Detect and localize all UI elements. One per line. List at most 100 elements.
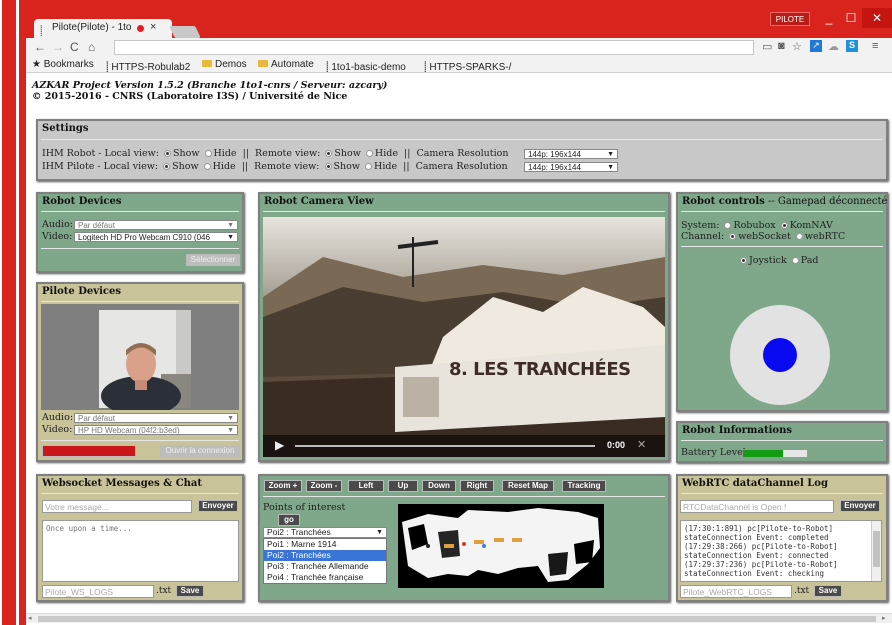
- map-up-button[interactable]: Up: [388, 480, 418, 492]
- map-down-button[interactable]: Down: [422, 480, 456, 492]
- address-bar[interactable]: [114, 40, 754, 55]
- page-icon[interactable]: ▭: [762, 40, 772, 53]
- robot-remote-show-radio[interactable]: [325, 150, 333, 157]
- websocket-message-input[interactable]: Votre message...: [42, 500, 192, 513]
- minimize-icon[interactable]: _: [818, 8, 840, 28]
- pilote-local-hide-radio[interactable]: [203, 163, 211, 170]
- webrtc-scroll-thumb[interactable]: [873, 531, 880, 567]
- bookmark-https-robulab2[interactable]: ⸽ HTTPS-Robulab2: [106, 59, 190, 73]
- pilote-remote-hide-radio[interactable]: [365, 163, 373, 170]
- forward-icon[interactable]: →: [52, 40, 64, 54]
- home-icon[interactable]: ⌂: [88, 40, 95, 54]
- window-frame-top: [0, 0, 892, 8]
- webrtc-log-textarea[interactable]: (17:30:1:891) pc[Pilote-to-Robot] stateC…: [680, 520, 882, 582]
- gamepad-status: -- Gamepad déconnecté !: [764, 196, 892, 207]
- bookmark-automate[interactable]: Automate: [258, 59, 314, 70]
- scroll-right-icon[interactable]: ▸: [882, 614, 886, 622]
- poi-option-3[interactable]: Poi3 : Tranchée Allemande: [264, 561, 386, 572]
- close-connection-button[interactable]: [42, 445, 136, 457]
- extension-s-icon[interactable]: S: [846, 40, 858, 52]
- robot-camera-resolution-select[interactable]: 144p: 196x144 ▼: [524, 149, 618, 159]
- reset-map-button[interactable]: Reset Map: [502, 480, 554, 492]
- joystick-radio[interactable]: [740, 257, 747, 264]
- zoom-in-button[interactable]: Zoom +: [264, 480, 302, 492]
- map-right-button[interactable]: Right: [460, 480, 494, 492]
- horizontal-scroll-thumb[interactable]: [38, 616, 876, 622]
- video-controls: ▶ 0:00 ✕: [263, 435, 665, 457]
- joystick-knob[interactable]: [763, 338, 797, 372]
- poi-option-4[interactable]: Poi4 : Tranchée française: [264, 572, 386, 583]
- webrtc-log-filename[interactable]: Pilote_WebRTC_LOGS: [680, 585, 792, 598]
- browser-tab[interactable]: ⸽ Pilote(Pilote) - 1to ×: [34, 19, 172, 38]
- new-tab-button[interactable]: [169, 26, 201, 38]
- robot-info-title: Robot Informations: [682, 425, 792, 436]
- settings-title: Settings: [42, 123, 89, 134]
- komnav-radio[interactable]: [780, 222, 788, 229]
- camera-view-title: Robot Camera View: [264, 196, 374, 207]
- star-icon[interactable]: ☆: [792, 40, 802, 53]
- pilote-audio-label: Audio:: [42, 412, 74, 423]
- mute-icon[interactable]: ✕: [637, 438, 646, 451]
- maximize-icon[interactable]: ☐: [840, 8, 862, 28]
- select-devices-button[interactable]: Sélectionner: [186, 254, 240, 266]
- chevron-down-icon: ▼: [227, 415, 234, 422]
- poi-option-2[interactable]: Poi2 : Tranchées: [264, 550, 386, 561]
- reload-icon[interactable]: C: [70, 40, 79, 54]
- menu-icon[interactable]: ≡: [872, 40, 878, 52]
- pad-radio[interactable]: [791, 257, 799, 264]
- robot-video-select[interactable]: Logitech HD Pro Webcam C910 (046 ▼: [74, 232, 238, 242]
- robot-video-player[interactable]: 8. LES TRANCHÉES ▶ 0:00 ✕: [263, 217, 665, 457]
- play-icon[interactable]: ▶: [275, 438, 284, 452]
- webrtc-save-button[interactable]: Save: [814, 585, 842, 597]
- tracking-button[interactable]: Tracking: [562, 480, 606, 492]
- robot-devices-title: Robot Devices: [42, 196, 122, 207]
- poi-option-1[interactable]: Poi1 : Marne 1914: [264, 539, 386, 550]
- bookmark-1to1-basic-demo[interactable]: ⸽ 1to1-basic-demo: [326, 59, 406, 73]
- websocket-save-button[interactable]: Save: [176, 585, 204, 597]
- webrtc-send-button[interactable]: Envoyer: [840, 500, 880, 512]
- websocket-log-filename[interactable]: Pilote_WS_LOGS: [42, 585, 154, 598]
- robubox-radio[interactable]: [724, 222, 732, 229]
- extension-arrow-icon[interactable]: ↗: [810, 40, 822, 52]
- bookmarks-label[interactable]: ★ Bookmarks: [32, 59, 94, 70]
- joystick-area[interactable]: [730, 305, 830, 405]
- webrtc-message-input[interactable]: RTCDataChannel is Open !: [680, 500, 834, 513]
- settings-panel: Settings IHM Robot - Local view: Show Hi…: [36, 119, 888, 181]
- pilote-audio-select[interactable]: Par défaut ▼: [74, 413, 238, 423]
- websocket-log-textarea[interactable]: Once upon a time...: [42, 520, 239, 582]
- bookmark-https-sparks[interactable]: ⸽ HTTPS-SPARKS-/: [424, 59, 511, 73]
- websocket-send-button[interactable]: Envoyer: [198, 500, 238, 512]
- tab-close-icon[interactable]: ×: [150, 21, 156, 33]
- profile-badge[interactable]: PILOTE: [770, 12, 810, 26]
- folder-icon: [258, 60, 268, 67]
- pilote-video-select[interactable]: HP HD Webcam (04f2:b3ed) ▼: [74, 425, 238, 435]
- poi-select[interactable]: Poi2 : Tranchées ▼: [263, 527, 387, 538]
- star-icon: ★: [32, 59, 44, 70]
- bookmark-demos[interactable]: Demos: [202, 59, 247, 70]
- robot-local-show-radio[interactable]: [164, 150, 171, 157]
- map-canvas[interactable]: [398, 504, 604, 588]
- webrtc-radio[interactable]: [795, 233, 803, 240]
- pilote-remote-show-radio[interactable]: [324, 163, 332, 170]
- video-progress-track[interactable]: [295, 445, 595, 447]
- horizontal-scrollbar[interactable]: ◂ ▸: [26, 613, 892, 623]
- close-window-icon[interactable]: ✕: [862, 8, 892, 28]
- pilote-devices-panel: Pilote Devices Audio: Par défaut ▼ Video:…: [36, 282, 244, 462]
- camera-icon[interactable]: ◙: [778, 40, 785, 52]
- white-gutter-right: [0, 0, 2, 625]
- websocket-radio[interactable]: [729, 233, 737, 240]
- extension-cloud-icon[interactable]: ☁: [828, 40, 839, 53]
- pilote-local-show-radio[interactable]: [163, 163, 171, 170]
- scroll-left-icon[interactable]: ◂: [28, 614, 32, 622]
- back-icon[interactable]: ←: [34, 40, 46, 54]
- robot-remote-hide-radio[interactable]: [365, 150, 373, 157]
- robot-audio-select[interactable]: Par défaut ▼: [74, 220, 238, 230]
- system-row: System: Robubox KomNAV: [681, 220, 833, 231]
- pilote-camera-resolution-select[interactable]: 144p: 196x144 ▼: [524, 162, 618, 172]
- zoom-out-button[interactable]: Zoom -: [306, 480, 342, 492]
- poi-go-button[interactable]: go: [278, 514, 300, 526]
- map-left-button[interactable]: Left: [348, 480, 384, 492]
- robot-local-hide-radio[interactable]: [204, 150, 212, 157]
- open-connection-button[interactable]: Ouvrir la connexion: [160, 445, 240, 457]
- webrtc-log-scrollbar[interactable]: [871, 521, 881, 581]
